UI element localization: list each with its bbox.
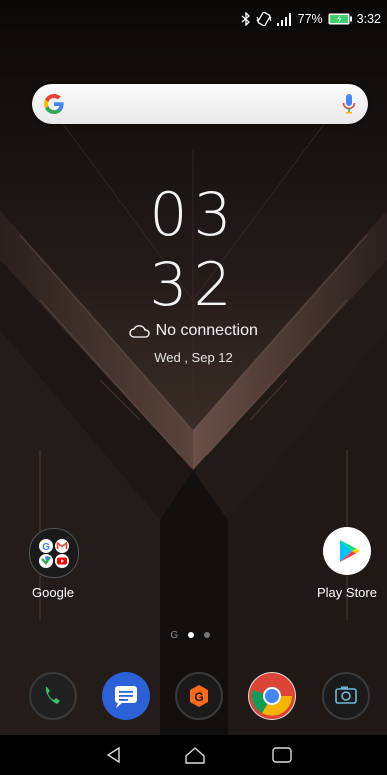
chrome-app[interactable] — [248, 672, 296, 720]
google-folder-label: Google — [32, 585, 74, 600]
status-bar: 77% 3:32 — [0, 0, 387, 36]
game-genie-icon: G — [190, 685, 208, 707]
camera-app[interactable] — [322, 672, 370, 720]
mic-icon[interactable] — [342, 92, 356, 116]
recents-button[interactable] — [272, 747, 292, 763]
status-icons: 77% 3:32 — [241, 12, 381, 26]
messages-app[interactable] — [102, 672, 150, 720]
camera-icon — [335, 686, 357, 704]
weather-text: No connection — [155, 322, 258, 339]
google-search-bar[interactable] — [32, 84, 368, 124]
page-dot — [203, 632, 210, 639]
phone-app[interactable] — [29, 672, 77, 720]
google-folder[interactable]: G — [29, 528, 79, 578]
battery-icon — [328, 13, 352, 25]
game-genie-page-label: G — [170, 630, 179, 641]
back-button[interactable] — [105, 746, 123, 764]
play-store-label: Play Store — [317, 585, 377, 600]
clock-minute[interactable]: 32 — [0, 255, 387, 315]
chrome-icon — [249, 673, 295, 719]
messages-icon — [115, 686, 137, 708]
phone-icon — [45, 687, 60, 704]
svg-text:G: G — [194, 690, 203, 704]
folder-google-icon: G — [39, 539, 69, 568]
weather-widget[interactable]: No connection — [0, 322, 387, 340]
status-time: 3:32 — [356, 12, 381, 26]
game-genie-app[interactable]: G — [175, 672, 223, 720]
play-store-app[interactable] — [323, 527, 371, 575]
date-text[interactable]: Wed , Sep 12 — [0, 350, 387, 365]
bluetooth-icon — [241, 12, 250, 26]
cloud-icon — [129, 325, 150, 338]
home-button[interactable] — [184, 745, 206, 765]
clock-hour[interactable]: 03 — [0, 185, 387, 245]
play-store-icon — [340, 540, 360, 562]
page-indicator[interactable]: G — [0, 630, 387, 641]
vibrate-icon — [256, 12, 272, 26]
page-dot-active — [187, 632, 194, 639]
google-logo-icon — [44, 94, 64, 114]
signal-icon — [276, 12, 291, 26]
navigation-bar — [0, 735, 387, 775]
svg-text:G: G — [42, 542, 50, 553]
battery-percent: 77% — [297, 12, 323, 26]
